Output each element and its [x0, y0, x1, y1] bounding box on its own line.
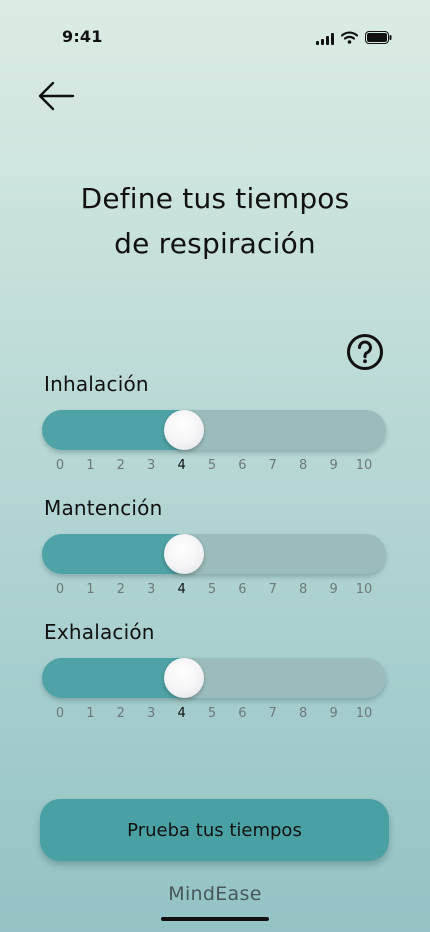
slider-tick-label: 5 [207, 458, 217, 473]
slider-tick-label: 3 [147, 582, 156, 597]
slider-tick-label: 10 [355, 706, 373, 721]
slider-ticks: 0 1 2 3 4 5 6 7 8 9 10 [42, 582, 386, 600]
slider-label-exhalacion: Exhalación [44, 620, 155, 644]
slider-tick-label: 5 [207, 582, 217, 597]
slider-tick-label: 2 [116, 582, 125, 597]
slider-thumb[interactable] [163, 410, 204, 450]
slider-tick-label: 4 [177, 458, 186, 473]
slider-tick-label: 3 [147, 458, 156, 473]
slider-label-inhalacion: Inhalación [44, 372, 149, 396]
slider-thumb[interactable] [163, 534, 204, 574]
wifi-icon [340, 29, 359, 48]
slider-tick-label: 0 [55, 458, 65, 473]
slider-fill [42, 658, 184, 698]
slider-tick-label: 9 [329, 706, 338, 721]
exhalacion-slider-track[interactable] [42, 658, 386, 698]
slider-tick-label: 8 [299, 582, 308, 597]
slider-fill [42, 410, 184, 450]
slider-tick-label: 4 [177, 706, 186, 721]
slider-tick-label: 1 [86, 582, 95, 597]
page-title-line-2: de respiración [114, 227, 316, 260]
page-title-line-1: Define tus tiempos [80, 182, 350, 215]
slider-tick-label: 5 [207, 706, 217, 721]
page-title: Define tus tiempos de respiración [0, 176, 430, 266]
slider-tick-label: 7 [268, 582, 277, 597]
slider-tick-label: 7 [268, 458, 277, 473]
status-time: 9:41 [62, 27, 103, 46]
slider-fill [42, 534, 184, 574]
back-button[interactable] [34, 79, 78, 117]
slider-thumb[interactable] [163, 658, 204, 698]
slider-tick-label: 8 [299, 706, 308, 721]
slider-tick-label: 0 [55, 706, 65, 721]
slider-tick-label: 0 [55, 582, 65, 597]
slider-tick-label: 6 [238, 582, 247, 597]
slider-tick-label: 1 [86, 706, 95, 721]
slider-ticks: 0 1 2 3 4 5 6 7 8 9 10 [42, 458, 386, 476]
slider-tick-label: 6 [238, 458, 247, 473]
brand-name: MindEase [168, 883, 262, 905]
slider-tick-label: 8 [299, 458, 308, 473]
slider-tick-label: 9 [329, 582, 338, 597]
slider-tick-label: 10 [355, 458, 373, 473]
slider-tick-label: 4 [177, 582, 186, 597]
cellular-signal-icon [316, 32, 334, 45]
slider-tick-label: 2 [116, 706, 125, 721]
mantencion-slider-track[interactable] [42, 534, 386, 574]
help-button[interactable] [345, 334, 385, 374]
slider-tick-label: 7 [268, 706, 277, 721]
status-icons [316, 29, 392, 48]
slider-tick-label: 3 [147, 706, 156, 721]
question-circle-icon [346, 333, 384, 375]
slider-tick-label: 1 [86, 458, 95, 473]
slider-label-mantencion: Mantención [44, 496, 163, 520]
home-indicator [161, 917, 269, 921]
slider-tick-label: 6 [238, 706, 247, 721]
slider-tick-label: 9 [329, 458, 338, 473]
slider-tick-label: 10 [355, 582, 373, 597]
try-timings-button[interactable]: Prueba tus tiempos [40, 799, 389, 861]
slider-tick-label: 2 [116, 458, 125, 473]
inhalacion-slider-track[interactable] [42, 410, 386, 450]
slider-ticks: 0 1 2 3 4 5 6 7 8 9 10 [42, 706, 386, 724]
arrow-left-icon [37, 81, 75, 115]
status-bar: 9:41 [0, 0, 430, 74]
battery-icon [365, 29, 392, 48]
